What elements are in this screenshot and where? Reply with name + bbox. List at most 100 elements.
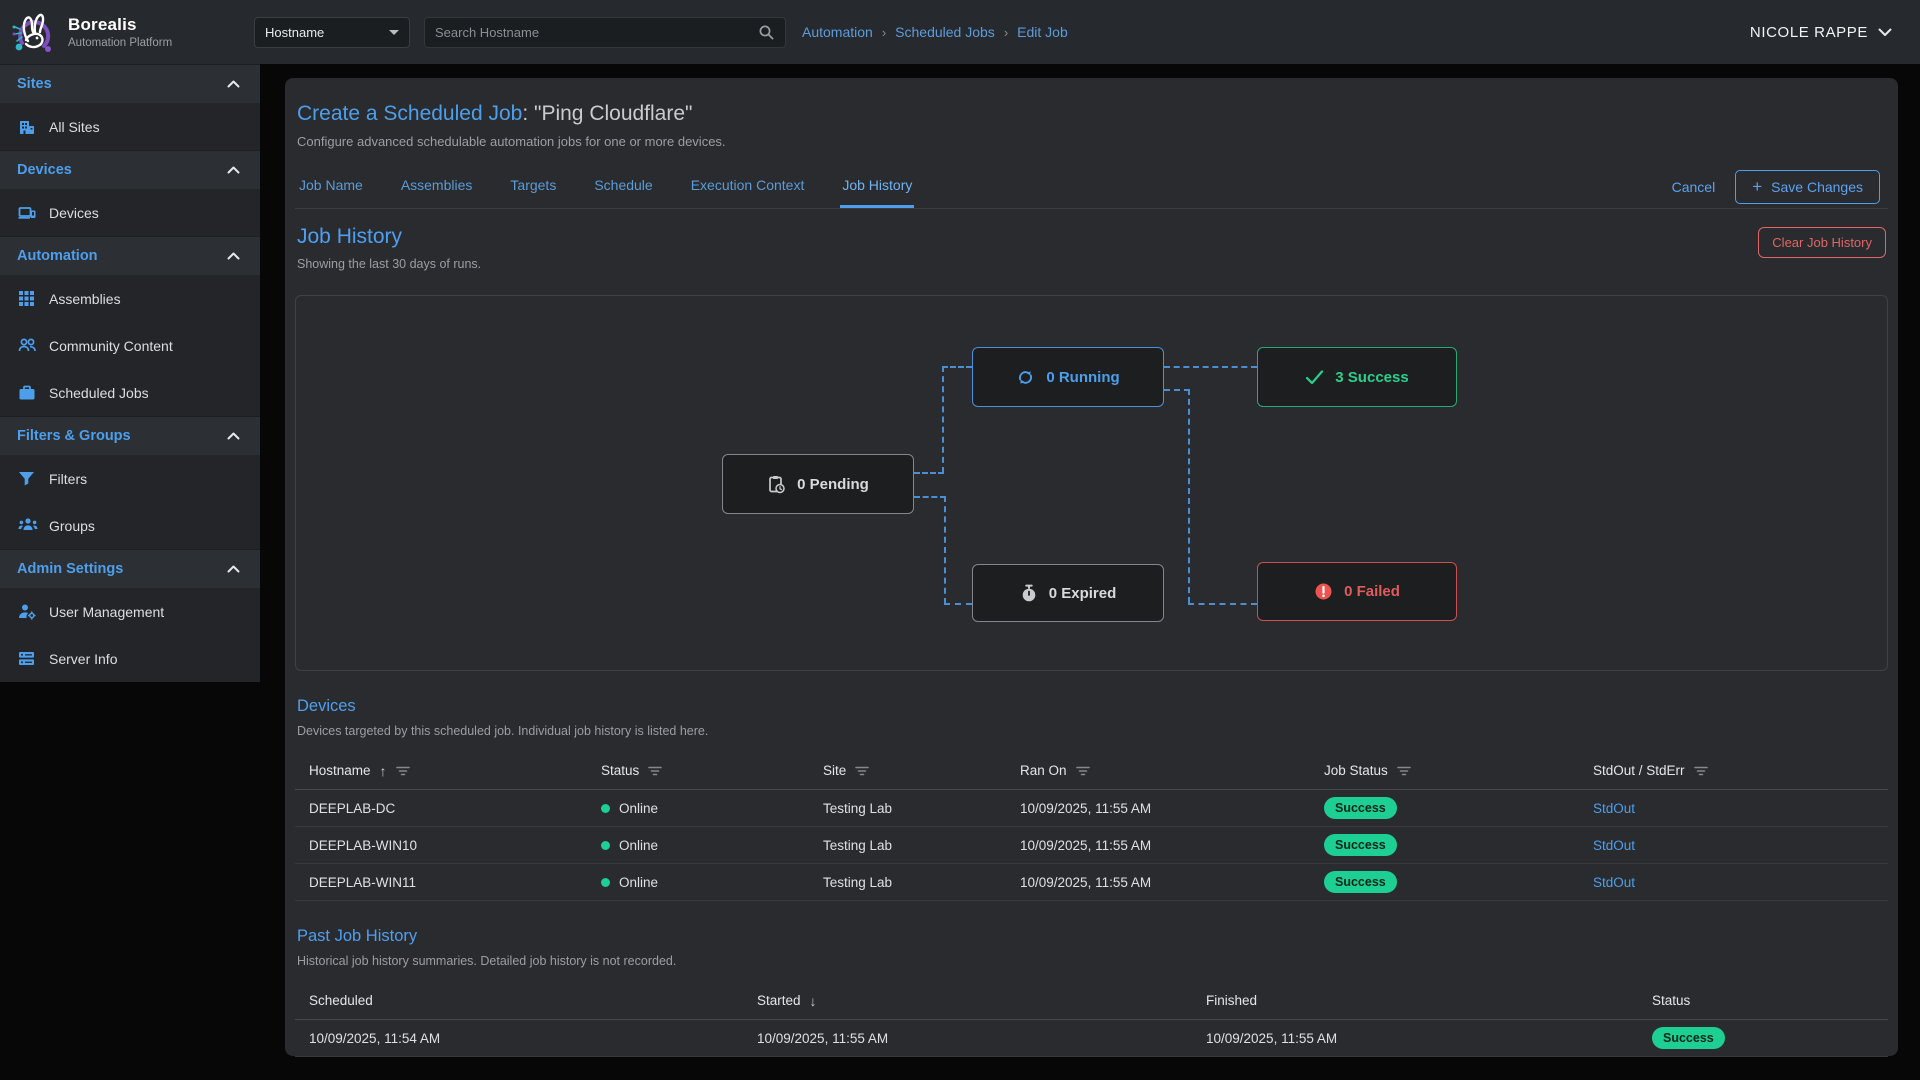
flow-node-failed: 0 Failed	[1257, 562, 1457, 621]
filter-icon[interactable]	[396, 766, 410, 776]
column-header-status[interactable]: Status	[1638, 982, 1888, 1020]
cell-hostname: DEEPLAB-WIN10	[295, 827, 587, 864]
cell-scheduled: 10/09/2025, 11:54 AM	[295, 1020, 743, 1057]
groups-icon	[18, 517, 36, 535]
sidebar-section-title: Automation	[17, 248, 98, 264]
devices-table: Hostname ↑ Status Site Ran On Job Status	[295, 752, 1888, 901]
sidebar-item-user-management[interactable]: User Management	[0, 588, 260, 635]
breadcrumb-scheduled-jobs[interactable]: Scheduled Jobs	[895, 24, 995, 40]
sidebar-item-groups[interactable]: Groups	[0, 502, 260, 549]
sidebar-item-devices[interactable]: Devices	[0, 189, 260, 236]
save-changes-label: Save Changes	[1771, 179, 1863, 195]
column-header-job-status[interactable]: Job Status	[1310, 752, 1579, 790]
sidebar-section-sites[interactable]: Sites	[0, 64, 260, 103]
hostname-filter-select[interactable]: Hostname	[254, 17, 410, 48]
chevron-up-icon	[227, 432, 240, 440]
sidebar-item-scheduled-jobs[interactable]: Scheduled Jobs	[0, 369, 260, 416]
sidebar-item-label: Filters	[49, 471, 87, 487]
cell-job-status: Success	[1310, 827, 1579, 864]
filter-icon[interactable]	[1694, 766, 1708, 776]
column-header-finished[interactable]: Finished	[1192, 982, 1638, 1020]
sidebar-item-all-sites[interactable]: All Sites	[0, 103, 260, 150]
people-icon	[18, 337, 36, 355]
cancel-button[interactable]: Cancel	[1672, 179, 1716, 195]
tab-schedule[interactable]: Schedule	[592, 165, 654, 208]
filter-icon[interactable]	[1397, 766, 1411, 776]
sidebar-item-server-info[interactable]: Server Info	[0, 635, 260, 682]
column-label: Status	[1652, 993, 1690, 1008]
cell-stdout: StdOut	[1579, 790, 1888, 827]
tab-targets[interactable]: Targets	[508, 165, 558, 208]
breadcrumb-edit-job[interactable]: Edit Job	[1017, 24, 1068, 40]
flow-connector	[1188, 389, 1190, 603]
cell-stdout: StdOut	[1579, 864, 1888, 901]
brand-tagline: Automation Platform	[68, 37, 172, 49]
devices-heading: Devices	[297, 697, 1886, 716]
tab-job-name[interactable]: Job Name	[297, 165, 365, 208]
briefcase-icon	[18, 384, 36, 402]
tab-assemblies[interactable]: Assemblies	[399, 165, 475, 208]
sidebar-section-admin-settings[interactable]: Admin Settings	[0, 549, 260, 588]
topbar: Borealis Automation Platform Hostname Au…	[0, 0, 1920, 64]
page-title: Create a Scheduled Job: "Ping Cloudflare…	[297, 102, 1886, 126]
devices-subheading: Devices targeted by this scheduled job. …	[297, 724, 1886, 738]
chevron-up-icon	[227, 252, 240, 260]
clipboard-clock-icon	[767, 475, 786, 494]
column-header-status[interactable]: Status	[587, 752, 809, 790]
sidebar-section-filters-groups[interactable]: Filters & Groups	[0, 416, 260, 455]
save-changes-button[interactable]: + Save Changes	[1735, 170, 1880, 204]
filter-icon[interactable]	[855, 766, 869, 776]
clear-job-history-button[interactable]: Clear Job History	[1758, 227, 1886, 258]
stdout-link[interactable]: StdOut	[1593, 875, 1635, 890]
column-header-scheduled[interactable]: Scheduled	[295, 982, 743, 1020]
search-icon[interactable]	[758, 24, 775, 41]
column-label: Ran On	[1020, 763, 1067, 778]
sort-desc-icon: ↓	[810, 993, 817, 1009]
sidebar-item-filters[interactable]: Filters	[0, 455, 260, 502]
sidebar-item-community-content[interactable]: Community Content	[0, 322, 260, 369]
sidebar-section-devices[interactable]: Devices	[0, 150, 260, 189]
sidebar-item-assemblies[interactable]: Assemblies	[0, 275, 260, 322]
flow-node-label: 0 Failed	[1344, 583, 1400, 600]
status-badge: Success	[1324, 797, 1397, 819]
sidebar: Sites All Sites Devices Devices Autom	[0, 64, 260, 682]
flow-node-expired: 0 Expired	[972, 564, 1164, 622]
breadcrumb-automation[interactable]: Automation	[802, 24, 873, 40]
cell-site: Testing Lab	[809, 790, 1006, 827]
job-status-flow-diagram: 0 Pending 0 Running 3 Success	[295, 295, 1888, 671]
chevron-up-icon	[227, 565, 240, 573]
column-header-stdout-stderr[interactable]: StdOut / StdErr	[1579, 752, 1888, 790]
chevron-up-icon	[227, 80, 240, 88]
flow-connector	[1164, 389, 1190, 391]
column-header-started[interactable]: Started ↓	[743, 982, 1192, 1020]
user-menu[interactable]: NICOLE RAPPE	[1750, 24, 1892, 41]
breadcrumb-separator-icon: ›	[1004, 25, 1008, 40]
cell-hostname: DEEPLAB-WIN11	[295, 864, 587, 901]
status-text: Online	[619, 875, 658, 890]
column-label: Started	[757, 993, 801, 1008]
sidebar-item-label: All Sites	[49, 119, 100, 135]
flow-connector	[942, 366, 944, 473]
stdout-link[interactable]: StdOut	[1593, 801, 1635, 816]
stdout-link[interactable]: StdOut	[1593, 838, 1635, 853]
job-history-heading: Job History	[297, 225, 1886, 249]
filter-icon[interactable]	[648, 766, 662, 776]
plus-icon: +	[1752, 180, 1762, 194]
tab-execution-context[interactable]: Execution Context	[689, 165, 807, 208]
flow-node-label: 3 Success	[1335, 369, 1408, 386]
cell-ran-on: 10/09/2025, 11:55 AM	[1006, 827, 1310, 864]
column-header-site[interactable]: Site	[809, 752, 1006, 790]
tab-job-history[interactable]: Job History	[840, 165, 914, 208]
tab-bar: Job Name Assemblies Targets Schedule Exe…	[295, 165, 1888, 209]
cell-job-status: Success	[1310, 790, 1579, 827]
flow-node-pending: 0 Pending	[722, 454, 914, 514]
filter-icon[interactable]	[1076, 766, 1090, 776]
cell-site: Testing Lab	[809, 827, 1006, 864]
sidebar-section-automation[interactable]: Automation	[0, 236, 260, 275]
error-circle-icon	[1314, 582, 1333, 601]
column-header-ran-on[interactable]: Ran On	[1006, 752, 1310, 790]
flow-node-success: 3 Success	[1257, 347, 1457, 407]
cell-hostname: DEEPLAB-DC	[295, 790, 587, 827]
column-header-hostname[interactable]: Hostname ↑	[295, 752, 587, 790]
search-hostname-input[interactable]	[435, 25, 758, 40]
